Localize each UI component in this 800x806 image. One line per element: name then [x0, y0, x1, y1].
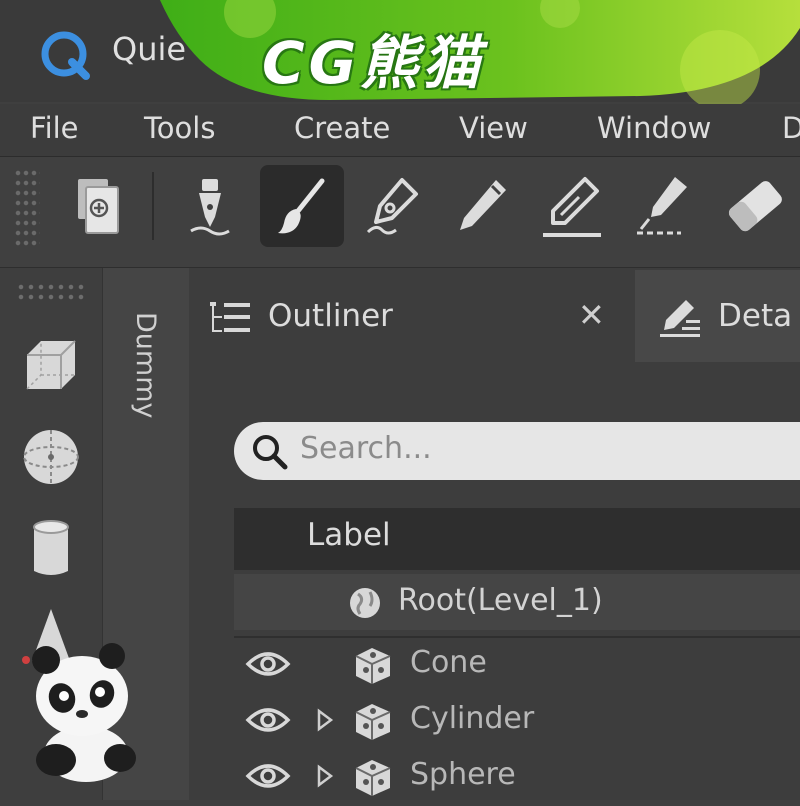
row-label-cylinder: Cylinder — [410, 701, 535, 736]
tab-details-label: Deta — [718, 298, 793, 334]
calligraphy-pen-icon — [637, 177, 687, 235]
menu-tools[interactable]: Tools — [144, 111, 215, 145]
cylinder-icon — [33, 520, 69, 575]
pen-nib-tool-button[interactable] — [350, 165, 434, 247]
row-label-root: Root(Level_1) — [398, 583, 603, 618]
menu-create[interactable]: Create — [294, 111, 390, 145]
row-label-cone: Cone — [410, 645, 487, 680]
details-edit-icon — [660, 300, 700, 337]
dummy-tab-label: Dummy — [130, 312, 161, 419]
toolbar-separator — [152, 172, 154, 240]
sphere-icon — [23, 430, 79, 484]
tab-outliner-label: Outliner — [268, 298, 393, 334]
menu-more[interactable]: D — [782, 111, 800, 145]
mesh-cube-icon — [355, 648, 391, 684]
paintbrush-tool-button[interactable] — [260, 165, 344, 247]
cube-tool[interactable] — [18, 332, 84, 398]
panda-mascot-icon — [22, 643, 136, 782]
expand-arrow-icon[interactable] — [316, 764, 334, 788]
menu-file[interactable]: File — [30, 111, 79, 145]
table-row-cone[interactable] — [234, 638, 800, 694]
mesh-cube-icon — [355, 760, 391, 796]
calligraphy-tool-button[interactable] — [620, 165, 704, 247]
pencil-icon — [460, 180, 506, 230]
close-tab-button[interactable]: ✕ — [578, 296, 605, 334]
paintbrush-icon — [278, 178, 325, 234]
tab-outliner[interactable] — [189, 270, 633, 362]
visibility-eye-icon[interactable] — [245, 704, 291, 736]
expand-arrow-icon[interactable] — [316, 708, 334, 732]
cylinder-tool[interactable] — [18, 516, 84, 582]
list-tree-icon — [210, 302, 250, 332]
menu-window[interactable]: Window — [597, 111, 711, 145]
app-title: Quie — [112, 30, 187, 68]
column-header-label: Label — [307, 517, 391, 553]
row-label-sphere: Sphere — [410, 757, 516, 792]
watermark-text: CG熊猫 — [262, 29, 485, 97]
sphere-tool[interactable] — [18, 424, 84, 490]
search-placeholder: Search... — [300, 431, 432, 466]
search-icon — [253, 435, 288, 470]
pencil-tool-button[interactable] — [440, 165, 524, 247]
fountain-pen-tool-button[interactable] — [168, 165, 252, 247]
menu-view[interactable]: View — [459, 111, 528, 145]
toolbar-grip-handle[interactable] — [14, 168, 40, 246]
app-logo-icon — [41, 31, 90, 80]
marker-tool-button[interactable] — [530, 165, 614, 247]
marker-icon — [543, 177, 601, 237]
visibility-eye-icon[interactable] — [245, 760, 291, 792]
new-document-button[interactable] — [56, 165, 140, 247]
eraser-tool-button[interactable] — [712, 165, 796, 247]
eraser-icon — [728, 181, 782, 232]
globe-icon — [350, 588, 380, 618]
fountain-pen-nib-icon — [190, 179, 230, 236]
new-document-icon — [78, 179, 119, 234]
dock-grip-handle[interactable] — [16, 282, 86, 302]
cube-icon — [26, 340, 76, 390]
mesh-cube-icon — [355, 704, 391, 740]
visibility-eye-icon[interactable] — [245, 648, 291, 680]
pen-nib-icon — [366, 178, 418, 235]
